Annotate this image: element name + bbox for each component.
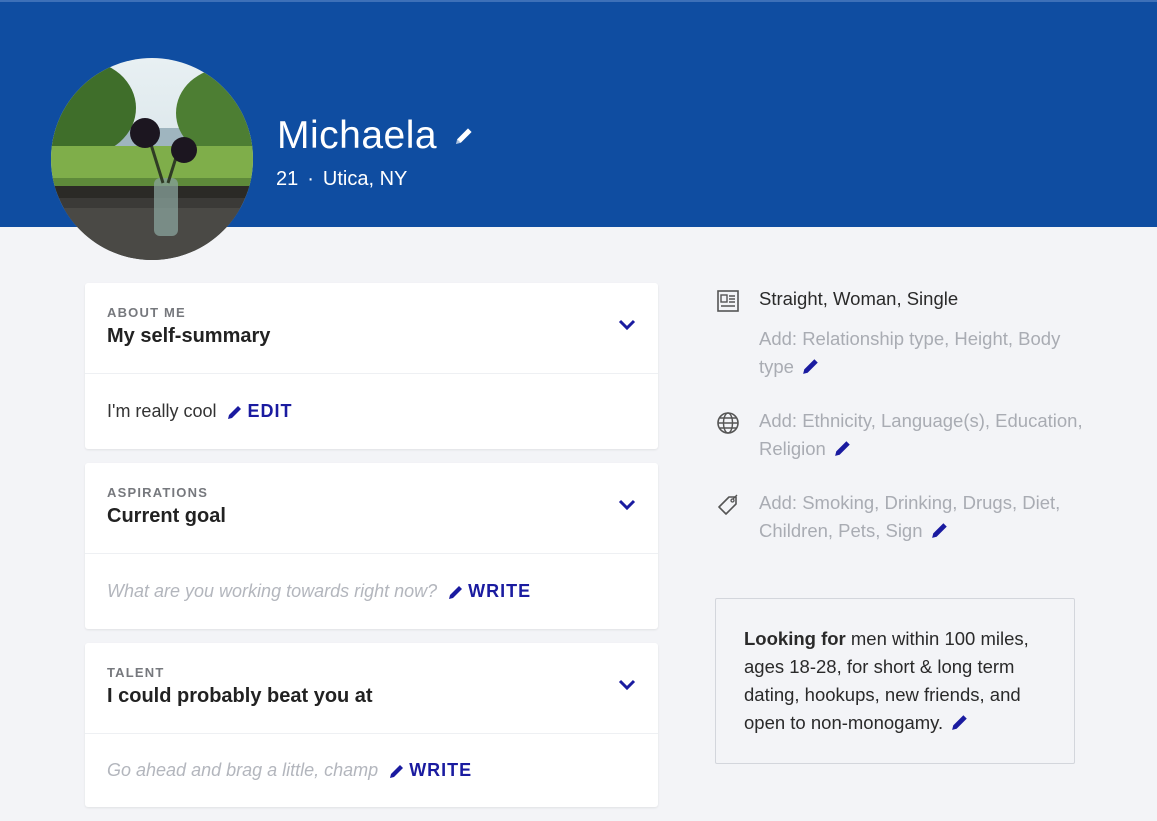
write-essay-button[interactable]: WRITE: [448, 581, 531, 602]
background-add-text[interactable]: Add: Ethnicity, Language(s), Education, …: [759, 410, 1083, 459]
essay-title: My self-summary: [107, 325, 271, 347]
essay-title: Current goal: [107, 505, 226, 527]
essay-card-talent: TALENT I could probably beat you at Go a…: [85, 643, 658, 807]
write-essay-button[interactable]: WRITE: [389, 760, 472, 781]
profile-location: Utica, NY: [322, 168, 408, 190]
looking-for-box: Looking for men within 100 miles, ages 1…: [715, 598, 1075, 764]
essay-category: TALENT: [107, 665, 165, 680]
essay-card-header[interactable]: ABOUT ME My self-summary: [85, 283, 658, 374]
separator-dot: ·: [307, 168, 314, 190]
essay-category: ABOUT ME: [107, 305, 186, 320]
pencil-icon: [449, 585, 463, 599]
pencil-icon[interactable]: [802, 357, 820, 375]
write-label: WRITE: [468, 581, 532, 601]
profile-subtitle: 21 · Utica, NY: [276, 168, 407, 191]
profile-card-icon: [717, 290, 739, 312]
edit-label: EDIT: [247, 401, 293, 421]
essay-card-header[interactable]: TALENT I could probably beat you at: [85, 643, 658, 734]
details-lifestyle: Add: Smoking, Drinking, Drugs, Diet, Chi…: [716, 489, 1089, 545]
essay-placeholder: Go ahead and brag a little, champ: [107, 760, 379, 780]
chevron-down-icon[interactable]: [618, 679, 636, 691]
essay-card-header[interactable]: ASPIRATIONS Current goal: [85, 463, 658, 554]
essay-content: I'm really cool: [107, 401, 217, 421]
essay-card-about-me: ABOUT ME My self-summary I'm really cool…: [85, 283, 658, 449]
details-background: Add: Ethnicity, Language(s), Education, …: [716, 407, 1089, 463]
tag-icon: [718, 494, 738, 515]
chevron-down-icon[interactable]: [618, 319, 636, 331]
essay-category: ASPIRATIONS: [107, 485, 209, 500]
basics-value: Straight, Woman, Single: [759, 288, 959, 309]
pencil-icon[interactable]: [951, 713, 969, 731]
globe-icon: [717, 412, 739, 434]
essay-title: I could probably beat you at: [107, 685, 373, 707]
pencil-icon: [390, 764, 404, 778]
profile-age: 21: [276, 168, 299, 190]
details-basics: Straight, Woman, Single Add: Relationshi…: [716, 285, 1089, 381]
edit-essay-button[interactable]: EDIT: [227, 401, 292, 422]
essay-placeholder: What are you working towards right now?: [107, 581, 438, 601]
pencil-icon[interactable]: [931, 521, 949, 539]
essay-card-aspirations: ASPIRATIONS Current goal What are you wo…: [85, 463, 658, 629]
pencil-icon[interactable]: [834, 439, 852, 457]
looking-for-label: Looking for: [744, 628, 846, 649]
lifestyle-add-text[interactable]: Add: Smoking, Drinking, Drugs, Diet, Chi…: [759, 492, 1060, 541]
pencil-icon: [228, 405, 242, 419]
write-label: WRITE: [409, 760, 473, 780]
chevron-down-icon[interactable]: [618, 499, 636, 511]
avatar[interactable]: [51, 58, 253, 260]
edit-name-pencil-icon[interactable]: [453, 125, 475, 147]
profile-name: Michaela: [277, 114, 438, 157]
